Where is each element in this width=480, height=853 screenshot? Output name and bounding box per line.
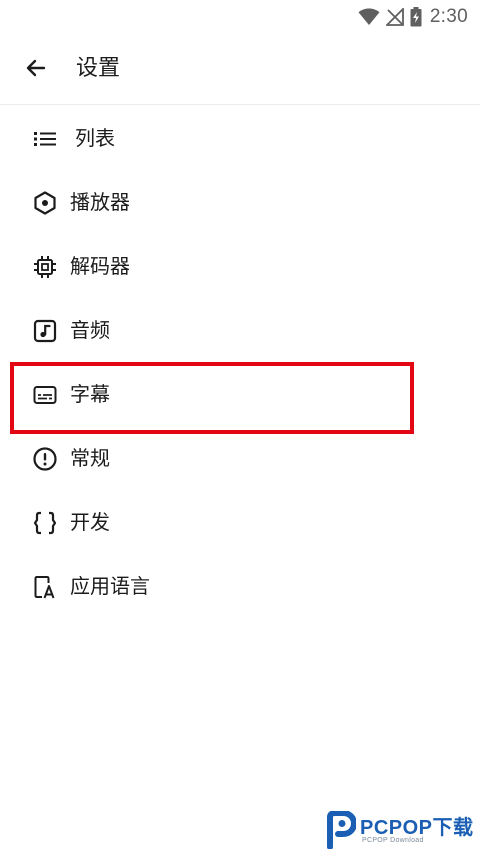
watermark: PCPOP下载 PCPOP Download <box>326 805 476 851</box>
menu-item-label: 常规 <box>70 446 110 470</box>
status-icons: 2:30 <box>358 4 468 30</box>
no-signal-icon <box>385 8 404 26</box>
watermark-subtext: PCPOP Download <box>362 837 424 844</box>
battery-charging-icon <box>410 7 422 27</box>
menu-item-label: 字幕 <box>70 382 110 406</box>
menu-item-list[interactable]: 列表 <box>0 106 480 170</box>
menu-item-developer[interactable]: 开发 <box>0 490 480 554</box>
pcpop-logo-icon <box>326 810 357 853</box>
code-braces-icon <box>32 510 58 536</box>
menu-item-label: 应用语言 <box>70 574 150 598</box>
menu-item-label: 音频 <box>70 318 110 342</box>
menu-item-label: 开发 <box>70 510 110 534</box>
alert-circle-icon <box>32 446 58 472</box>
status-bar: 2:30 <box>0 0 480 34</box>
watermark-text: PCPOP下载 <box>360 817 474 839</box>
chip-icon <box>32 254 58 280</box>
app-bar: 设置 <box>0 34 480 105</box>
menu-item-general[interactable]: 常规 <box>0 426 480 490</box>
menu-item-subtitles[interactable]: 字幕 <box>0 362 480 426</box>
menu-item-label: 解码器 <box>70 254 130 278</box>
menu-item-label: 列表 <box>75 126 115 150</box>
menu-item-player[interactable]: 播放器 <box>0 170 480 234</box>
page-title: 设置 <box>76 56 121 81</box>
hexagon-dot-icon <box>32 190 58 216</box>
music-note-icon <box>32 318 58 344</box>
wifi-icon <box>358 8 380 26</box>
menu-item-audio[interactable]: 音频 <box>0 298 480 362</box>
menu-item-decoder[interactable]: 解码器 <box>0 234 480 298</box>
arrow-back-icon <box>24 56 48 84</box>
list-icon <box>32 126 58 152</box>
status-time: 2:30 <box>429 6 468 27</box>
subtitles-icon <box>32 382 58 408</box>
menu-item-label: 播放器 <box>70 190 130 214</box>
back-button[interactable] <box>18 52 54 88</box>
app-language-icon <box>32 574 58 600</box>
menu-item-app-language[interactable]: 应用语言 <box>0 554 480 618</box>
